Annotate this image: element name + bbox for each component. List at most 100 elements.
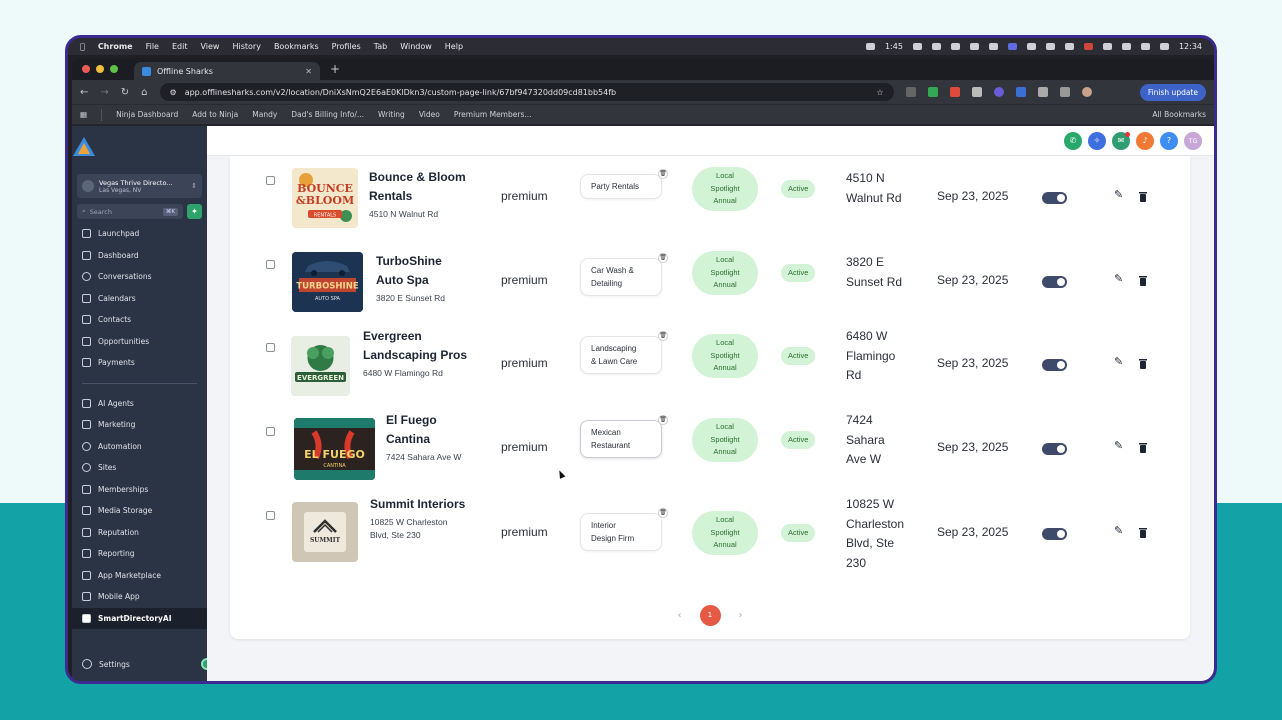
remove-category-icon[interactable]: 🗑: [658, 331, 668, 341]
sidebar-item-app-marketplace[interactable]: App Marketplace: [72, 565, 207, 587]
user-avatar[interactable]: TG: [1184, 131, 1202, 150]
extensions-puzzle-icon[interactable]: [1037, 87, 1048, 97]
clock-text[interactable]: 12:34: [1179, 42, 1202, 51]
delete-icon[interactable]: [1138, 442, 1148, 453]
menu-edit[interactable]: Edit: [172, 42, 188, 51]
menu-profiles[interactable]: Profiles: [332, 42, 361, 51]
timer-text[interactable]: 1:45: [885, 42, 903, 51]
extension-icon[interactable]: [993, 87, 1004, 97]
status-icon[interactable]: [1102, 43, 1112, 50]
bookmark-ninja-dashboard[interactable]: Ninja Dashboard: [116, 110, 178, 119]
row-checkbox[interactable]: [266, 511, 275, 520]
sidebar-item-calendars[interactable]: Calendars: [72, 288, 207, 310]
sidebar-item-smartdirectoryai[interactable]: SmartDirectoryAI: [72, 607, 207, 629]
site-info-icon[interactable]: ⚙: [170, 88, 177, 97]
menu-window[interactable]: Window: [400, 42, 432, 51]
active-toggle[interactable]: [1042, 443, 1067, 455]
business-name[interactable]: Summit Interiors: [370, 495, 465, 514]
bookmark-video[interactable]: Video: [419, 110, 440, 119]
status-icon[interactable]: [1045, 43, 1055, 50]
active-toggle[interactable]: [1042, 528, 1067, 540]
back-icon[interactable]: ←: [80, 87, 88, 98]
sidebar-item-ai-agents[interactable]: AI Agents: [72, 393, 207, 415]
business-name[interactable]: TurboShine Auto Spa: [376, 252, 442, 290]
phone-icon[interactable]: ✆: [1064, 131, 1082, 150]
new-tab-button[interactable]: +: [330, 62, 340, 76]
remove-category-icon[interactable]: 🗑: [658, 508, 668, 518]
magic-icon[interactable]: ✧: [1088, 131, 1106, 150]
status-icon[interactable]: [950, 43, 960, 50]
remove-category-icon[interactable]: 🗑: [658, 253, 668, 263]
minimize-window-button[interactable]: [96, 65, 104, 73]
row-checkbox[interactable]: [266, 176, 275, 185]
menu-history[interactable]: History: [232, 42, 260, 51]
control-center-icon[interactable]: [1159, 43, 1169, 50]
sidebar-item-payments[interactable]: Payments: [72, 352, 207, 374]
sidebar-item-reporting[interactable]: Reporting: [72, 543, 207, 565]
wifi-icon[interactable]: [1121, 43, 1131, 50]
extension-icon[interactable]: [905, 87, 916, 97]
address-bar[interactable]: ⚙ app.offlinesharks.com/v2/location/DniX…: [159, 83, 894, 101]
page-1-button[interactable]: 1: [699, 605, 721, 626]
menu-file[interactable]: File: [146, 42, 159, 51]
forward-icon[interactable]: →: [100, 87, 108, 98]
remove-category-icon[interactable]: 🗑: [658, 169, 668, 179]
url-text[interactable]: app.offlinesharks.com/v2/location/DniXsN…: [185, 88, 616, 97]
close-tab-icon[interactable]: ✕: [305, 67, 312, 76]
business-name[interactable]: El Fuego Cantina: [386, 411, 437, 449]
megaphone-icon[interactable]: ✉: [1112, 131, 1130, 150]
help-icon[interactable]: ?: [1160, 131, 1178, 150]
sidebar-item-sites[interactable]: Sites: [72, 457, 207, 479]
search-input[interactable]: ⌕ Search ⌘K: [77, 204, 183, 219]
sidebar-item-marketing[interactable]: Marketing: [72, 414, 207, 436]
apps-grid-icon[interactable]: ▦: [80, 110, 87, 119]
notification-bell-icon[interactable]: ♪: [1136, 131, 1154, 150]
apple-icon[interactable]: : [80, 42, 85, 51]
finish-update-button[interactable]: Finish update: [1139, 83, 1206, 101]
sidebar-item-launchpad[interactable]: Launchpad: [72, 223, 207, 245]
active-toggle[interactable]: [1042, 276, 1067, 288]
sidebar-item-opportunities[interactable]: Opportunities: [72, 331, 207, 353]
sidepanel-icon[interactable]: [1059, 87, 1070, 97]
app-logo-icon[interactable]: [72, 136, 96, 158]
delete-icon[interactable]: [1138, 527, 1148, 538]
extension-icon[interactable]: [971, 87, 982, 97]
sidebar-item-settings[interactable]: Settings: [72, 654, 213, 674]
delete-icon[interactable]: [1138, 191, 1148, 202]
row-checkbox[interactable]: [266, 343, 275, 352]
bookmark-premium-members[interactable]: Premium Members...: [454, 110, 532, 119]
active-toggle[interactable]: [1042, 192, 1067, 204]
maximize-window-button[interactable]: [110, 65, 118, 73]
edit-icon[interactable]: ✎: [1114, 188, 1123, 201]
close-window-button[interactable]: [82, 65, 90, 73]
status-icon[interactable]: [865, 43, 875, 50]
sidebar-item-mobile-app[interactable]: Mobile App: [72, 586, 207, 608]
prev-page-button[interactable]: ‹: [678, 610, 682, 621]
active-toggle[interactable]: [1042, 359, 1067, 371]
delete-icon[interactable]: [1138, 275, 1148, 286]
quick-action-button[interactable]: ✦: [187, 204, 202, 219]
sidebar-item-automation[interactable]: Automation: [72, 436, 207, 458]
battery-icon[interactable]: [1140, 43, 1150, 50]
browser-tab[interactable]: Offline Sharks ✕: [134, 62, 320, 80]
sidebar-item-memberships[interactable]: Memberships: [72, 479, 207, 501]
all-bookmarks-button[interactable]: All Bookmarks: [1152, 110, 1206, 119]
business-name[interactable]: Bounce & Bloom Rentals: [369, 168, 466, 206]
search-icon[interactable]: [1064, 43, 1074, 50]
row-checkbox[interactable]: [266, 260, 275, 269]
status-icon[interactable]: [912, 43, 922, 50]
reload-icon[interactable]: ↻: [121, 87, 129, 98]
menu-help[interactable]: Help: [445, 42, 463, 51]
home-icon[interactable]: ⌂: [141, 87, 147, 98]
sidebar-item-media-storage[interactable]: Media Storage: [72, 500, 207, 522]
next-page-button[interactable]: ›: [739, 610, 743, 621]
sidebar-item-conversations[interactable]: Conversations: [72, 266, 207, 288]
status-icon[interactable]: [1083, 43, 1093, 50]
remove-category-icon[interactable]: 🗑: [658, 415, 668, 425]
menu-bookmarks[interactable]: Bookmarks: [274, 42, 319, 51]
bookmark-mandy[interactable]: Mandy: [252, 110, 277, 119]
sidebar-item-reputation[interactable]: Reputation: [72, 522, 207, 544]
status-icon[interactable]: [988, 43, 998, 50]
status-icon[interactable]: [1026, 43, 1036, 50]
dropbox-icon[interactable]: [969, 43, 979, 50]
